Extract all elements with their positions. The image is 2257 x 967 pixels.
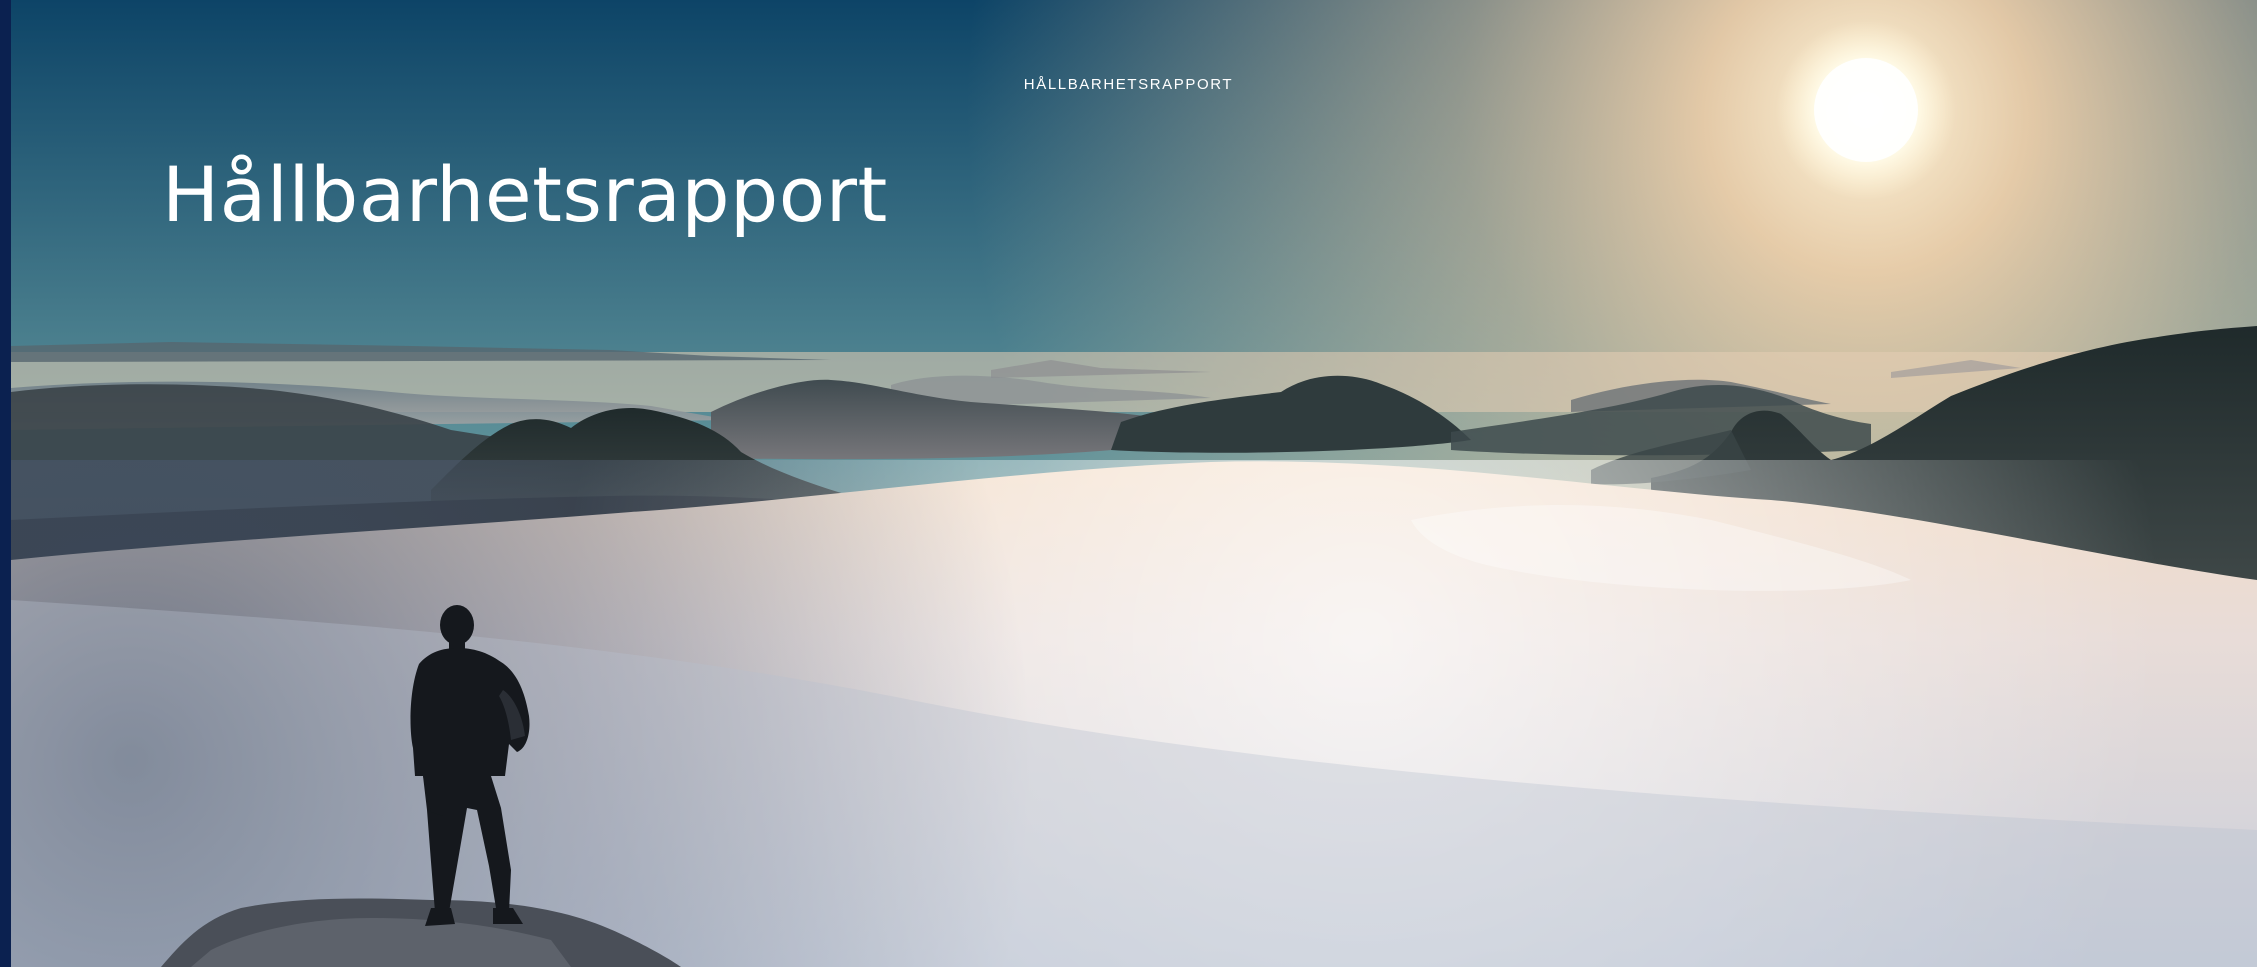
running-header: HÅLLBARHETSRAPPORT — [1023, 76, 1234, 93]
left-edge-strip — [0, 0, 11, 967]
hero-photo-illustration — [11, 0, 2257, 967]
page-title: Hållbarhetsrapport — [162, 150, 888, 239]
sun-icon — [1776, 20, 1956, 200]
report-cover-spread: HÅLLBARHETSRAPPORT Hållbarhetsrapport — [0, 0, 2257, 967]
hero-photo — [11, 0, 2257, 967]
